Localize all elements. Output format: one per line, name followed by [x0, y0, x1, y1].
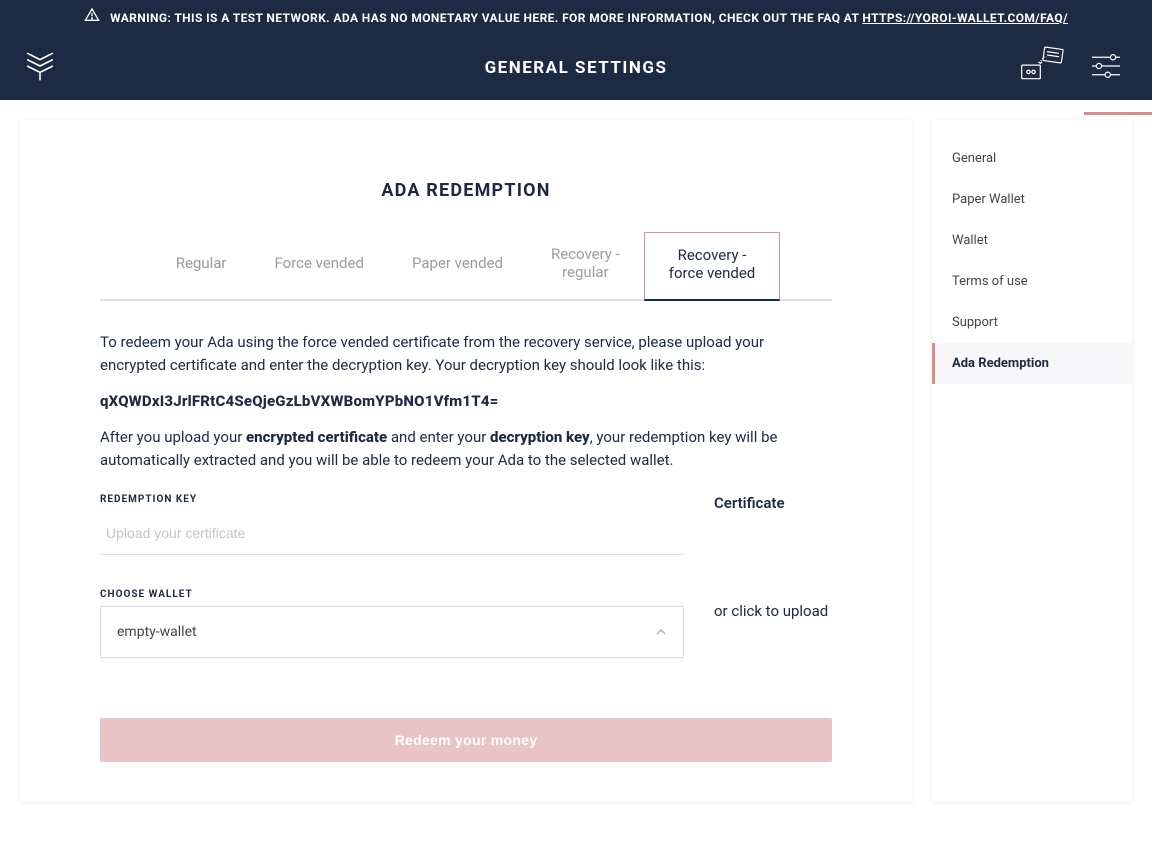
tab-regular-label: Regular	[176, 254, 227, 272]
sidebar-item-general[interactable]: General	[932, 138, 1132, 179]
tab-recovery-regular-l1: Recovery -	[551, 245, 620, 263]
redeem-button[interactable]: Redeem your money	[100, 718, 832, 762]
wallets-icon[interactable]	[1020, 46, 1064, 90]
p2-a: After you upload your	[100, 428, 246, 446]
panel-title: ADA REDEMPTION	[100, 180, 832, 201]
tab-recovery-regular[interactable]: Recovery - regular	[527, 231, 644, 299]
tab-paper-vended[interactable]: Paper vended	[388, 240, 527, 290]
choose-wallet-label: CHOOSE WALLET	[100, 589, 684, 600]
sidebar-item-support[interactable]: Support	[932, 302, 1132, 343]
tab-recovery-force-vended-l2: force vended	[669, 264, 756, 282]
tab-force-vended[interactable]: Force vended	[250, 240, 387, 290]
tab-paper-vended-label: Paper vended	[412, 254, 503, 272]
certificate-label: Certificate	[714, 494, 832, 512]
app-header: GENERAL SETTINGS	[0, 36, 1152, 100]
sidebar-item-terms-of-use[interactable]: Terms of use	[932, 261, 1132, 302]
instruction-p2: After you upload your encrypted certific…	[100, 426, 832, 473]
warning-prefix: WARNING: THIS IS A TEST NETWORK. ADA HAS…	[110, 11, 862, 25]
certificate-upload-area[interactable]: Certificate or click to upload	[714, 494, 832, 658]
sidebar-item-label: Terms of use	[952, 274, 1028, 289]
tab-recovery-regular-l2: regular	[551, 263, 620, 281]
sidebar-item-label: General	[952, 151, 996, 166]
main-panel: ADA REDEMPTION Regular Force vended Pape…	[20, 120, 912, 802]
warning-icon	[84, 7, 100, 29]
chevron-up-icon	[655, 624, 667, 640]
settings-icon[interactable]	[1090, 52, 1122, 84]
tab-force-vended-label: Force vended	[274, 254, 363, 272]
sidebar-item-paper-wallet[interactable]: Paper Wallet	[932, 179, 1132, 220]
choose-wallet-select[interactable]: empty-wallet	[100, 606, 684, 658]
tab-recovery-force-vended[interactable]: Recovery - force vended	[644, 232, 781, 301]
choose-wallet-selected: empty-wallet	[117, 624, 197, 640]
sample-decryption-key: qXQWDxI3JrlFRtC4SeQjeGzLbVXWBomYPbNO1Vfm…	[100, 392, 832, 410]
app-logo-icon[interactable]	[24, 48, 56, 88]
sidebar-item-label: Wallet	[952, 233, 988, 248]
certificate-upload-hint: or click to upload	[714, 602, 832, 620]
sidebar-item-label: Support	[952, 315, 998, 330]
page-title: GENERAL SETTINGS	[485, 58, 668, 78]
tab-recovery-force-vended-l1: Recovery -	[678, 246, 747, 264]
p2-d: decryption key	[490, 428, 590, 446]
tab-regular[interactable]: Regular	[152, 240, 251, 290]
sidebar-item-wallet[interactable]: Wallet	[932, 220, 1132, 261]
instruction-p1: To redeem your Ada using the force vende…	[100, 331, 832, 378]
p2-c: and enter your	[387, 428, 490, 446]
redemption-key-input[interactable]	[100, 511, 684, 555]
warning-link[interactable]: HTTPS://YOROI-WALLET.COM/FAQ/	[862, 11, 1068, 25]
settings-sidebar: General Paper Wallet Wallet Terms of use…	[932, 120, 1132, 802]
warning-bar: WARNING: THIS IS A TEST NETWORK. ADA HAS…	[0, 0, 1152, 36]
redemption-tabs: Regular Force vended Paper vended Recove…	[100, 231, 832, 301]
p2-b: encrypted certificate	[246, 428, 387, 446]
sidebar-item-label: Ada Redemption	[952, 356, 1049, 371]
redemption-key-label: REDEMPTION KEY	[100, 494, 684, 505]
settings-active-indicator	[1084, 112, 1152, 115]
sidebar-item-label: Paper Wallet	[952, 192, 1025, 207]
warning-text: WARNING: THIS IS A TEST NETWORK. ADA HAS…	[110, 9, 1068, 28]
sidebar-item-ada-redemption[interactable]: Ada Redemption	[932, 343, 1132, 384]
